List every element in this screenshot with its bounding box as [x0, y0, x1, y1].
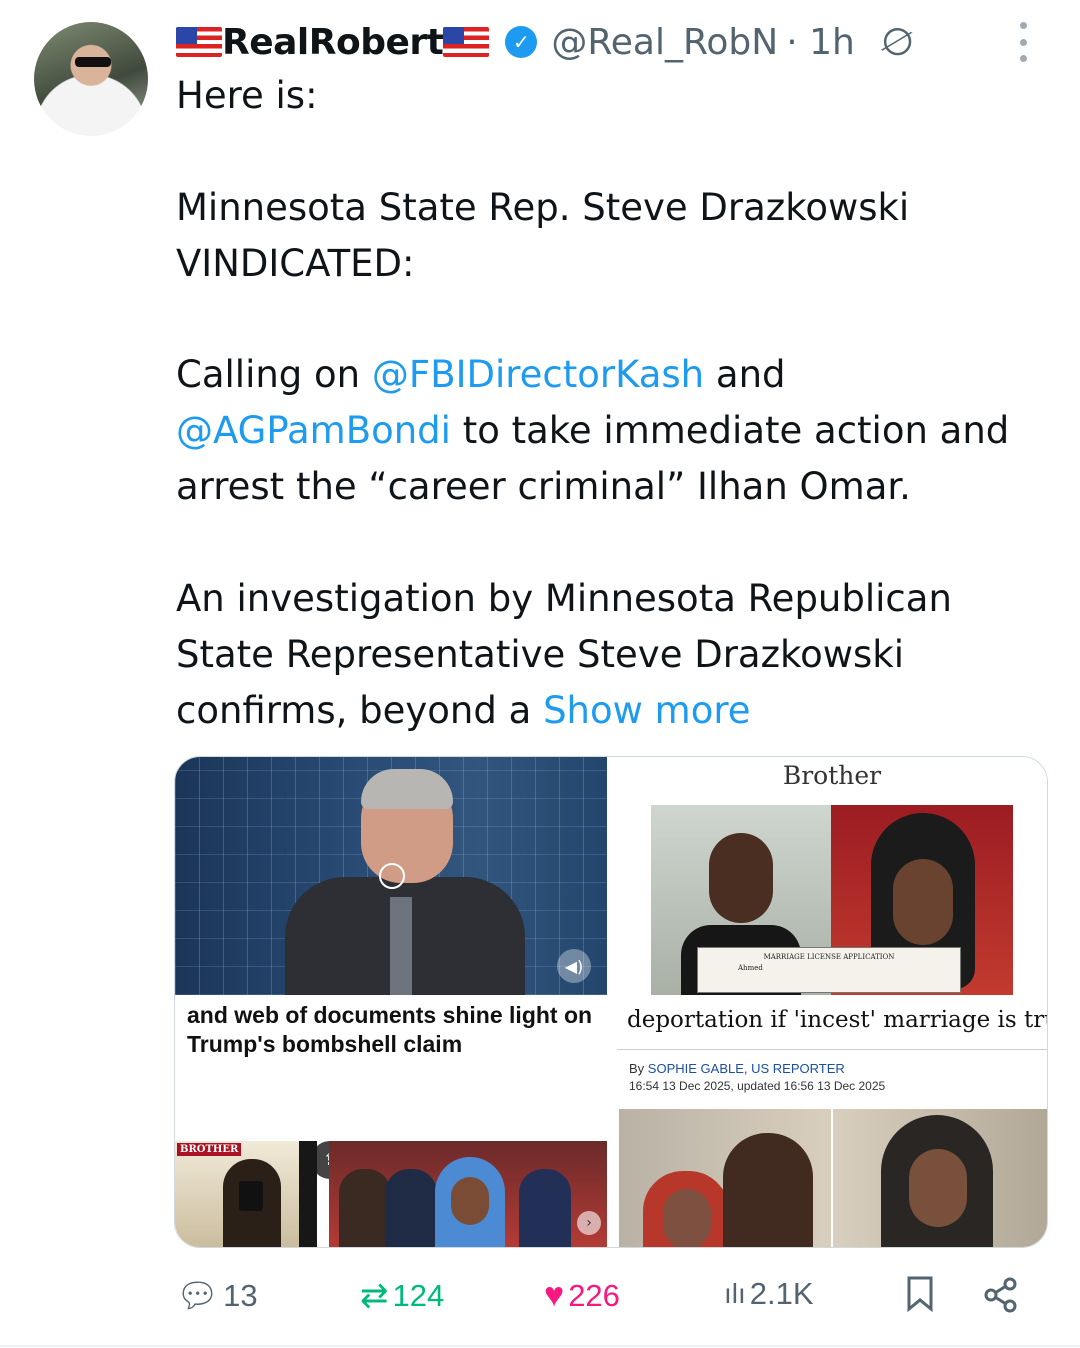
heart-icon: ♥ [544, 1276, 565, 1314]
doc-name: Ahmed [738, 964, 763, 972]
article-headline: and web of documents shine light on Trum… [187, 1002, 593, 1057]
views-count: 2.1K [749, 1276, 814, 1311]
byline-reporter: SOPHIE GABLE, US REPORTER [647, 1061, 845, 1076]
bookmark-button[interactable] [906, 1276, 938, 1321]
media-image-brother[interactable]: Brother MARRIAGE LICENSE APPLICATION Ahme… [617, 757, 1047, 995]
retweet-count: 124 [392, 1278, 445, 1313]
chevron-right-icon[interactable]: › [577, 1211, 601, 1235]
image-caption-title: Brother [782, 761, 882, 790]
views-button[interactable]: ılı 2.1K [724, 1276, 814, 1312]
tweet-text-line1: Here is: [176, 74, 318, 117]
text-span: Calling on [176, 353, 372, 396]
reply-button[interactable]: 💬︎ 13 [176, 1276, 258, 1316]
share-button[interactable] [982, 1276, 1024, 1323]
volume-icon[interactable]: ◀) [557, 949, 591, 983]
article-timestamp: 16:54 13 Dec 2025, updated 16:56 13 Dec … [629, 1079, 886, 1093]
doc-title: MARRIAGE LICENSE APPLICATION [763, 953, 895, 961]
grok-icon[interactable]: ∅ [874, 16, 920, 69]
divider [617, 1049, 1047, 1050]
more-options-icon[interactable] [1012, 22, 1034, 62]
retweet-button[interactable]: ⇄ 124 [360, 1276, 444, 1316]
media-video-tile[interactable]: ◀) [175, 757, 607, 995]
mention-agpambondi[interactable]: @AGPamBondi [176, 409, 451, 452]
show-more-link[interactable]: Show more [543, 689, 750, 732]
speaker-tie [390, 897, 412, 995]
us-flag-icon [176, 27, 222, 57]
media-grid[interactable]: ◀) Brother MARRIAGE LICENSE APPLICATION A… [174, 756, 1048, 1248]
author-handle[interactable]: @Real_RobN [551, 22, 778, 63]
like-count: 226 [568, 1277, 620, 1313]
reply-count: 13 [223, 1278, 258, 1313]
us-flag-icon [443, 27, 490, 57]
photo-assembly: › [329, 1141, 607, 1247]
speaker-hair [361, 769, 453, 809]
like-button[interactable]: ♥ 226 [544, 1276, 620, 1315]
avatar[interactable] [34, 22, 148, 136]
sunglasses [75, 57, 111, 67]
tweet-text-para3: Calling on @FBIDirectorKash and @AGPamBo… [176, 347, 1056, 515]
tweet-actions: 💬︎ 13 ⇄ 124 ♥ 226 ılı 2.1K [176, 1276, 1056, 1322]
text-span: and [704, 353, 786, 396]
article-headline: deportation if 'incest' marriage is true [627, 1007, 1047, 1033]
photo-couple-and-woman [619, 1109, 1047, 1247]
display-name[interactable]: RealRobert [222, 22, 444, 63]
article-byline: By SOPHIE GABLE, US REPORTER [629, 1061, 845, 1076]
tweet-header: RealRobert ✓ @Real_RobN · 1h ∅ [176, 14, 1056, 70]
verified-badge-icon[interactable]: ✓ [505, 26, 538, 58]
tweet-text-para4: An investigation by Minnesota Republican… [176, 571, 1056, 739]
byline-prefix: By [629, 1061, 648, 1076]
mention-fbidirectorkash[interactable]: @FBIDirectorKash [372, 353, 704, 396]
divider [0, 1345, 1080, 1347]
share-icon [982, 1276, 1020, 1323]
photo-brother-selfie: BROTHER [175, 1141, 317, 1247]
brother-tag: BROTHER [177, 1143, 242, 1156]
views-icon: ılı [724, 1278, 746, 1309]
bookmark-icon [906, 1276, 934, 1321]
retweet-icon: ⇄ [360, 1277, 389, 1315]
marriage-license-document: MARRIAGE LICENSE APPLICATION Ahmed [697, 947, 961, 993]
tweet-text-para2: Minnesota State Rep. Steve Drazkowski VI… [176, 186, 910, 285]
reply-icon: 💬︎ [176, 1277, 220, 1315]
tweet-time[interactable]: · 1h [786, 22, 855, 63]
microphone [379, 863, 405, 889]
